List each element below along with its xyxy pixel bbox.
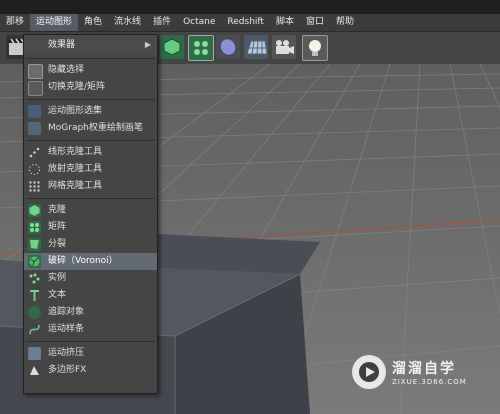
menu-item-label: 网格克隆工具 [48,181,103,191]
menu-item-mograph[interactable]: 运动图形 [30,14,79,31]
cloner-icon [28,204,41,217]
voronoi-icon [28,255,41,268]
menu-item-label: 运动挤压 [48,348,85,358]
menu-item-label: 分裂 [48,239,67,249]
menu-item-octane[interactable]: Octane [177,14,221,31]
menu-item-moextrude[interactable]: 运动挤压 [24,345,157,362]
menu-item-label: 隐藏选择 [48,65,85,75]
mograph-dropdown-menu: 效果器 ▶ 隐藏选择 切换克隆/矩阵 运动图形选集 MoGraph权重绘制画笔 … [23,34,158,394]
menu-item-hide-selection[interactable]: 隐藏选择 [24,62,157,79]
menu-separator [26,341,155,342]
menu-item-label: 多边形FX [48,365,87,375]
menu-item-plugins[interactable]: 插件 [147,14,177,31]
menu-separator [26,140,155,141]
menu-item-cloner[interactable]: 克隆 [24,202,157,219]
menu-item-text[interactable]: 文本 [24,287,157,304]
instance-icon [28,272,41,285]
mospline-icon [28,323,41,336]
menu-item-label: 切换克隆/矩阵 [48,82,106,92]
menu-item-script[interactable]: 脚本 [270,14,300,31]
menu-item-label: 运动图形选集 [48,106,103,116]
menu-item-label: 破碎（Voronoi） [48,256,118,266]
camera-icon[interactable] [272,35,296,59]
watermark-url: ZIXUE.3D66.COM [392,378,467,386]
grid-clone-icon [28,180,41,193]
menu-item-radial-clone[interactable]: 放射克隆工具 [24,161,157,178]
menu-item-voronoi-fracture[interactable]: 破碎（Voronoi） [24,253,157,270]
menu-separator [26,198,155,199]
menu-item-grid-clone[interactable]: 网格克隆工具 [24,178,157,195]
menu-item-tracer[interactable]: 追踪对象 [24,304,157,321]
menu-item-help[interactable]: 帮助 [330,14,360,31]
fracture-icon [28,238,41,251]
menu-item-label: 矩阵 [48,222,67,232]
menu-item-label: MoGraph权重绘制画笔 [48,123,143,133]
tracer-icon [28,306,41,319]
menu-item-polyfx[interactable]: 多边形FX [24,362,157,379]
menu-item-matrix[interactable]: 矩阵 [24,219,157,236]
menu-item-redshift[interactable]: Redshift [221,14,270,31]
extrude-icon [28,347,41,360]
chevron-right-icon: ▶ [144,40,151,49]
watermark-logo: 溜溜自学 ZIXUE.3D66.COM [352,350,472,394]
play-logo-icon [352,355,386,389]
submenu-effectors-label: 效果器 [48,40,76,50]
text-icon [28,289,41,302]
menu-item-toggle-clone[interactable]: 切换克隆/矩阵 [24,79,157,96]
menu-item-label: 实例 [48,273,67,283]
watermark-brand: 溜溜自学 [392,361,456,377]
menu-item-window[interactable]: 窗口 [300,14,330,31]
light-icon[interactable] [302,35,328,61]
menu-separator [26,58,155,59]
submenu-effectors[interactable]: 效果器 ▶ [24,35,157,55]
menu-item-linear-clone[interactable]: 线形克隆工具 [24,144,157,161]
deformer-icon[interactable] [216,35,240,59]
menu-separator [26,99,155,100]
menu-item-mograph-selection[interactable]: 运动图形选集 [24,103,157,120]
matrix-icon [28,221,41,234]
menu-item-label: 线形克隆工具 [48,147,103,157]
menu-item-label: 文本 [48,290,67,300]
menu-item-0[interactable]: 那移 [0,14,30,31]
menu-item-fracture[interactable]: 分裂 [24,236,157,253]
menu-item-instance[interactable]: 实例 [24,270,157,287]
menu-item-label: 克隆 [48,205,67,215]
linear-clone-icon [28,146,41,159]
floor-icon[interactable] [244,35,268,59]
menubar: 那移 运动图形 角色 流水线 插件 Octane Redshift 脚本 窗口 … [0,14,500,32]
brush-icon [28,122,41,135]
window-top-strip [0,0,500,14]
menu-item-weight-brush[interactable]: MoGraph权重绘制画笔 [24,120,157,137]
radial-clone-icon [28,163,41,176]
toggle-clone-icon [28,81,43,96]
menu-item-label: 追踪对象 [48,307,85,317]
cube-icon[interactable] [160,35,184,59]
menu-item-pipeline[interactable]: 流水线 [108,14,147,31]
polyfx-icon [28,364,41,377]
menu-item-character[interactable]: 角色 [78,14,108,31]
selection-icon [28,105,41,118]
menu-item-label: 运动样条 [48,324,85,334]
hide-selection-icon [28,64,43,79]
array-icon[interactable] [188,35,214,61]
menu-item-label: 放射克隆工具 [48,164,103,174]
menu-item-mospline[interactable]: 运动样条 [24,321,157,338]
